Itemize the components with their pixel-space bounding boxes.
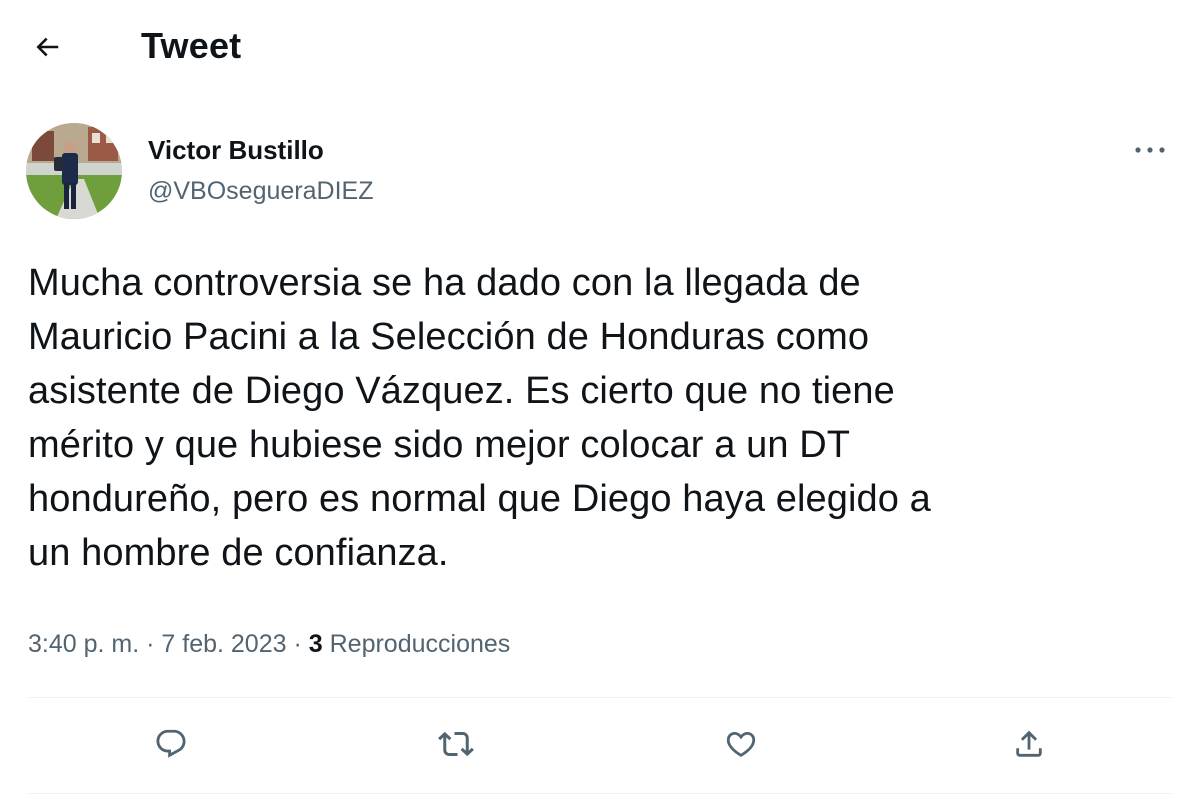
tweet-actions — [0, 700, 1200, 792]
share-icon — [1016, 730, 1042, 757]
more-dots-icon — [1135, 147, 1165, 153]
divider — [28, 793, 1172, 794]
heart-icon — [726, 731, 756, 757]
back-button[interactable] — [22, 24, 72, 70]
views-label: Reproducciones — [329, 630, 511, 658]
profile-photo — [26, 123, 122, 219]
page-title: Tweet — [141, 25, 242, 66]
more-options-button[interactable] — [1128, 132, 1172, 168]
reply-icon — [156, 729, 186, 758]
tweet-meta: 3:40 p. m. · 7 feb. 2023 · 3 Reproduccio… — [28, 627, 510, 661]
tweet-date[interactable]: 7 feb. 2023 — [161, 630, 286, 658]
like-button[interactable] — [717, 720, 765, 768]
retweet-icon — [438, 731, 474, 757]
tweet-header: Tweet — [0, 0, 1200, 95]
share-button[interactable] — [1005, 720, 1053, 768]
avatar[interactable] — [26, 123, 122, 219]
meta-separator: · — [146, 630, 155, 658]
tweet-text: Mucha controversia se ha dado con la lle… — [28, 262, 931, 574]
tweet-time[interactable]: 3:40 p. m. — [28, 630, 139, 658]
meta-separator: · — [293, 630, 302, 658]
retweet-button[interactable] — [432, 720, 480, 768]
reply-button[interactable] — [147, 720, 195, 768]
divider — [28, 697, 1172, 698]
arrow-left-icon — [36, 37, 59, 57]
views-count: 3 — [308, 630, 323, 658]
author-handle[interactable]: @VBOsegueraDIEZ — [148, 175, 373, 207]
author-display-name[interactable]: Victor Bustillo — [148, 134, 324, 166]
